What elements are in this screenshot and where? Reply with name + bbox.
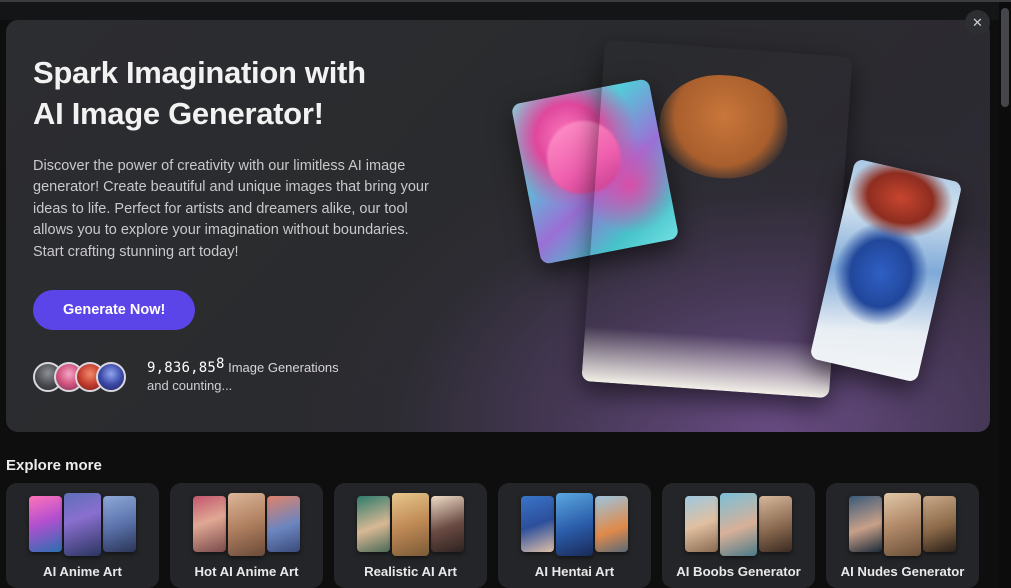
- thumbnail: [521, 496, 554, 552]
- card-label: AI Hentai Art: [534, 564, 615, 579]
- thumbnail: [431, 496, 464, 552]
- card-ai-anime-art[interactable]: AI Anime Art: [6, 483, 159, 588]
- thumbnail: [923, 496, 956, 552]
- card-thumbnails: [193, 492, 300, 556]
- card-ai-hentai-art[interactable]: AI Hentai Art: [498, 483, 651, 588]
- thumbnail: [595, 496, 628, 552]
- thumbnail: [849, 496, 882, 552]
- thumbnail: [357, 496, 390, 552]
- card-ai-nudes-generator[interactable]: AI Nudes Generator: [826, 483, 979, 588]
- card-realistic-ai-art[interactable]: Realistic AI Art: [334, 483, 487, 588]
- scrollbar[interactable]: [999, 2, 1011, 588]
- headline-line-1: Spark Imagination with: [33, 55, 366, 90]
- card-label: Realistic AI Art: [364, 564, 457, 579]
- hero-description: Discover the power of creativity with ou…: [33, 158, 429, 260]
- explore-more-heading: Explore more: [6, 457, 102, 474]
- generation-counter-label: Image Generations: [228, 360, 339, 376]
- card-thumbnails: [29, 492, 136, 556]
- window-top-strip: [0, 2, 1011, 20]
- generation-counter-sublabel: and counting...: [147, 378, 233, 394]
- thumbnail: [720, 492, 757, 556]
- page-root: Spark Imagination with AI Image Generato…: [0, 0, 1011, 588]
- hero-image-collage: [510, 38, 981, 432]
- card-label: AI Anime Art: [43, 564, 122, 579]
- stat-text: 9,836,858 Image Generations and counting…: [147, 356, 339, 395]
- hero-content: Spark Imagination with AI Image Generato…: [33, 52, 463, 395]
- generation-stats: 9,836,858 Image Generations and counting…: [33, 356, 463, 395]
- thumbnail: [884, 492, 921, 556]
- thumbnail: [228, 492, 265, 556]
- thumbnail: [267, 496, 300, 552]
- page-title: Spark Imagination with AI Image Generato…: [33, 52, 463, 134]
- thumbnail: [685, 496, 718, 552]
- scrollbar-thumb[interactable]: [1001, 8, 1009, 107]
- thumbnail: [392, 492, 429, 556]
- hero-banner: Spark Imagination with AI Image Generato…: [6, 20, 990, 432]
- thumbnail: [64, 492, 101, 556]
- generation-counter: 9,836,85: [147, 360, 217, 377]
- close-icon[interactable]: ✕: [965, 10, 990, 35]
- card-ai-boobs-generator[interactable]: AI Boobs Generator: [662, 483, 815, 588]
- generation-counter-rolling-digit: 8: [216, 356, 225, 373]
- avatar-group: [33, 362, 126, 393]
- card-thumbnails: [521, 492, 628, 556]
- thumbnail: [103, 496, 136, 552]
- generate-now-button[interactable]: Generate Now!: [33, 290, 196, 331]
- avatar: [96, 362, 126, 393]
- thumbnail: [29, 496, 62, 552]
- card-label: Hot AI Anime Art: [194, 564, 299, 579]
- card-thumbnails: [357, 492, 464, 556]
- card-label: AI Boobs Generator: [676, 564, 801, 579]
- headline-line-2: AI Image Generator!: [33, 96, 324, 131]
- card-thumbnails: [685, 492, 792, 556]
- explore-more-cards: AI Anime Art Hot AI Anime Art Realistic …: [6, 483, 1001, 588]
- thumbnail: [556, 492, 593, 556]
- card-hot-ai-anime-art[interactable]: Hot AI Anime Art: [170, 483, 323, 588]
- card-thumbnails: [849, 492, 956, 556]
- thumbnail: [193, 496, 226, 552]
- card-label: AI Nudes Generator: [840, 564, 965, 579]
- thumbnail: [759, 496, 792, 552]
